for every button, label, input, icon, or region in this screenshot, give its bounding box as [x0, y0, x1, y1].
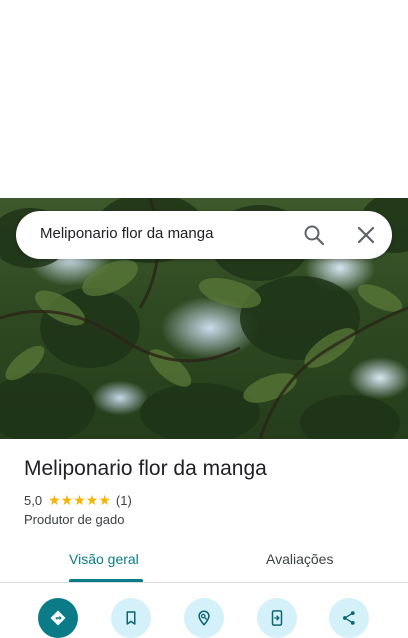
directions-icon	[50, 610, 66, 626]
nearby-button[interactable]	[184, 598, 224, 638]
directions-button[interactable]	[38, 598, 78, 638]
star-icon: ★	[60, 492, 74, 508]
star-icon: ★	[73, 492, 86, 508]
rating-row[interactable]: 5,0 ★ ★ ★ ★ ★ (1)	[24, 491, 132, 509]
star-icon: ★	[98, 492, 111, 508]
divider	[0, 582, 408, 583]
search-input[interactable]: Meliponario flor da manga	[40, 225, 213, 242]
share-button[interactable]	[329, 598, 369, 638]
share-icon	[343, 611, 355, 625]
bookmark-icon	[126, 611, 136, 625]
nearby-icon	[198, 610, 210, 626]
place-title: Meliponario flor da manga	[24, 457, 267, 480]
star-icon: ★	[48, 492, 61, 508]
tab-reviews[interactable]: Avaliações	[266, 551, 333, 567]
tab-overview[interactable]: Visão geral	[69, 551, 139, 567]
search-bar[interactable]: Meliponario flor da manga	[16, 211, 392, 259]
close-icon[interactable]	[354, 223, 378, 247]
send-to-phone-button[interactable]	[257, 598, 297, 638]
save-button[interactable]	[111, 598, 151, 638]
place-category: Produtor de gado	[24, 512, 125, 527]
rating-value: 5,0	[24, 492, 43, 508]
send-to-phone-icon	[271, 610, 283, 626]
review-count[interactable]: (1)	[116, 493, 132, 508]
map-area[interactable]	[0, 0, 408, 198]
star-rating: ★ ★ ★ ★ ★	[48, 493, 111, 507]
search-icon[interactable]	[302, 223, 326, 247]
star-icon: ★	[85, 492, 99, 508]
